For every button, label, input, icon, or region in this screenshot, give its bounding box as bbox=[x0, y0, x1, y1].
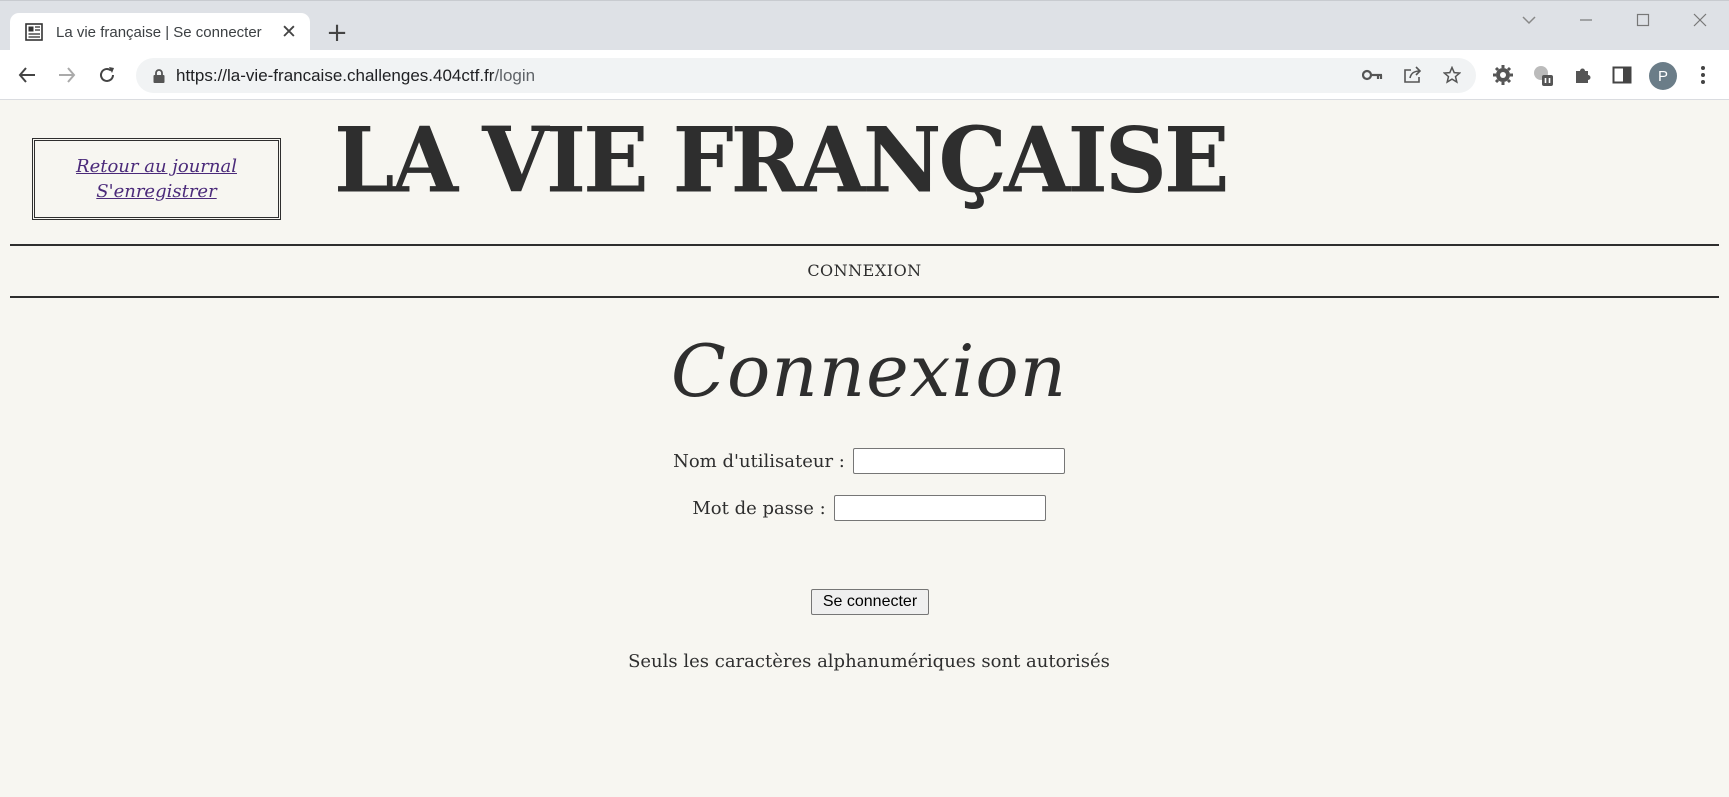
side-links-box: Retour au journal S'enregistrer bbox=[32, 138, 281, 220]
reload-icon bbox=[100, 67, 114, 82]
url-host: https://la-vie-francaise.challenges.404c… bbox=[176, 65, 495, 85]
star-icon[interactable] bbox=[1437, 60, 1467, 90]
profile-avatar[interactable]: P bbox=[1649, 62, 1677, 90]
register-link[interactable]: S'enregistrer bbox=[96, 179, 216, 204]
maximize-icon bbox=[1636, 13, 1650, 27]
username-label: Nom d'utilisateur : bbox=[673, 450, 845, 472]
bottom-divider bbox=[10, 296, 1719, 298]
close-icon bbox=[1693, 13, 1707, 27]
minimize-button[interactable] bbox=[1569, 7, 1603, 33]
password-label: Mot de passe : bbox=[692, 497, 826, 519]
username-field[interactable] bbox=[852, 448, 1065, 474]
browser-tab-active[interactable]: La vie française | Se connecter ✕ bbox=[10, 13, 310, 51]
forward-button[interactable] bbox=[52, 60, 82, 90]
url-path: /login bbox=[494, 65, 536, 85]
lock-icon[interactable] bbox=[152, 68, 166, 84]
back-arrow-icon bbox=[18, 67, 35, 83]
alphanumeric-notice: Seuls les caractères alphanumériques son… bbox=[628, 651, 1110, 672]
tab-title: La vie française | Se connecter bbox=[56, 23, 262, 41]
minimize-icon bbox=[1580, 19, 1592, 21]
share-icon[interactable] bbox=[1398, 60, 1428, 90]
forward-arrow-icon bbox=[59, 67, 76, 83]
username-row: Nom d'utilisateur : bbox=[0, 448, 1729, 474]
side-panel-icon[interactable] bbox=[1607, 60, 1637, 90]
address-bar[interactable]: https://la-vie-francaise.challenges.404c… bbox=[136, 58, 1476, 93]
site-masthead: LA VIE FRANÇAISE bbox=[334, 107, 1230, 214]
chevron-down-icon bbox=[1522, 16, 1536, 25]
newspaper-icon bbox=[24, 22, 44, 42]
tab-search-button[interactable] bbox=[1512, 7, 1546, 33]
maximize-button[interactable] bbox=[1626, 7, 1660, 33]
browser-toolbar: https://la-vie-francaise.challenges.404c… bbox=[0, 50, 1729, 100]
gear-extension-icon[interactable] bbox=[1488, 60, 1518, 90]
back-button[interactable] bbox=[12, 60, 42, 90]
close-icon[interactable]: ✕ bbox=[278, 21, 300, 43]
reload-button[interactable] bbox=[92, 60, 122, 90]
paused-extension-icon[interactable] bbox=[1528, 60, 1558, 90]
puzzle-icon[interactable] bbox=[1568, 60, 1598, 90]
password-row: Mot de passe : bbox=[0, 495, 1729, 521]
kebab-menu-icon bbox=[1701, 66, 1705, 84]
new-tab-button[interactable]: + bbox=[322, 18, 352, 48]
tab-strip: La vie française | Se connecter ✕ + bbox=[0, 0, 1729, 51]
back-to-journal-link[interactable]: Retour au journal bbox=[76, 154, 237, 179]
window-close-button[interactable] bbox=[1683, 7, 1717, 33]
top-divider bbox=[10, 244, 1719, 246]
nav-connexion-label: CONNEXION bbox=[807, 261, 922, 280]
plus-icon: + bbox=[326, 18, 348, 48]
login-submit-button[interactable]: Se connecter bbox=[811, 589, 929, 615]
page-title: Connexion bbox=[670, 329, 1068, 413]
browser-menu-button[interactable] bbox=[1688, 60, 1718, 90]
page-content: Retour au journal S'enregistrer LA VIE F… bbox=[0, 101, 1729, 797]
password-field[interactable] bbox=[833, 495, 1046, 521]
key-icon[interactable] bbox=[1358, 60, 1388, 90]
